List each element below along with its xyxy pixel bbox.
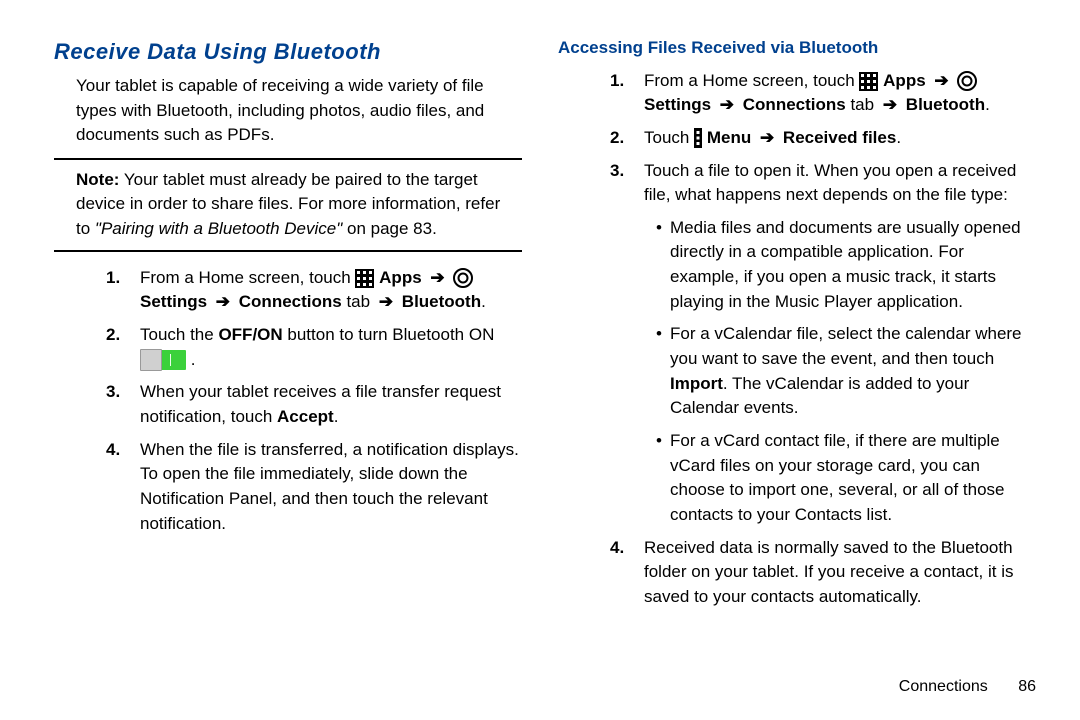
connections-label: Connections — [234, 292, 342, 311]
right-step-4: 4. Received data is normally saved to th… — [610, 536, 1026, 610]
right-column: Accessing Files Received via Bluetooth 1… — [540, 22, 1044, 710]
bluetooth-label: Bluetooth — [397, 292, 481, 311]
step-number: 3. — [610, 159, 624, 184]
note-label: Note: — [76, 170, 119, 189]
apps-grid-icon — [355, 269, 374, 288]
step-number: 3. — [106, 380, 120, 405]
step-number: 1. — [610, 69, 624, 94]
arrow-icon — [879, 95, 901, 114]
step-number: 4. — [106, 438, 120, 463]
step-text: Touch a file to open it. When you open a… — [644, 161, 1016, 205]
step-number: 1. — [106, 266, 120, 291]
arrow-icon — [716, 95, 738, 114]
bullet-text: For a vCalendar file, select the calenda… — [670, 324, 1022, 368]
settings-gear-icon — [453, 268, 473, 288]
apps-label: Apps — [883, 71, 930, 90]
step-text: button to turn Bluetooth ON — [283, 325, 495, 344]
left-step-1: 1. From a Home screen, touch Apps Settin… — [106, 266, 522, 315]
left-step-2: 2. Touch the OFF/ON button to turn Bluet… — [106, 323, 522, 372]
step-text: Received data is normally saved to the B… — [644, 538, 1013, 606]
sub-section-title: Accessing Files Received via Bluetooth — [558, 36, 1026, 61]
note-reference: "Pairing with a Bluetooth Device" — [95, 219, 342, 238]
section-title: Receive Data Using Bluetooth — [54, 36, 522, 68]
right-steps: 1. From a Home screen, touch Apps Settin… — [558, 69, 1026, 610]
step-text: Touch — [644, 128, 694, 147]
page: Receive Data Using Bluetooth Your tablet… — [0, 0, 1080, 720]
apps-grid-icon — [859, 72, 878, 91]
step-text: From a Home screen, touch — [644, 71, 859, 90]
accept-label: Accept — [277, 407, 334, 426]
arrow-icon — [212, 292, 234, 311]
settings-label: Settings — [140, 292, 212, 311]
right-step-3: 3. Touch a file to open it. When you ope… — [610, 159, 1026, 528]
left-steps: 1. From a Home screen, touch Apps Settin… — [54, 266, 522, 536]
import-label: Import — [670, 374, 723, 393]
step-number: 2. — [106, 323, 120, 348]
settings-gear-icon — [957, 71, 977, 91]
left-step-3: 3. When your tablet receives a file tran… — [106, 380, 522, 429]
arrow-icon — [756, 128, 778, 147]
connections-label: Connections — [738, 95, 846, 114]
step-text: From a Home screen, touch — [140, 268, 355, 287]
menu-dots-icon — [694, 128, 702, 148]
note-ref-suffix: on page 83. — [342, 219, 437, 238]
menu-label: Menu — [707, 128, 756, 147]
toggle-on-icon — [140, 350, 186, 370]
apps-label: Apps — [379, 268, 426, 287]
footer-page-number: 86 — [1018, 678, 1036, 695]
bullet-vcard: For a vCard contact file, if there are m… — [656, 429, 1026, 528]
right-step-1: 1. From a Home screen, touch Apps Settin… — [610, 69, 1026, 118]
bullet-media: Media files and documents are usually op… — [656, 216, 1026, 315]
step-number: 2. — [610, 126, 624, 151]
footer-section: Connections — [899, 678, 988, 695]
left-column: Receive Data Using Bluetooth Your tablet… — [36, 22, 540, 710]
note-box: Note: Your tablet must already be paired… — [54, 158, 522, 252]
step-number: 4. — [610, 536, 624, 561]
arrow-icon — [375, 292, 397, 311]
page-footer: Connections 86 — [899, 675, 1036, 698]
step-text: Touch the — [140, 325, 218, 344]
tab-word: tab — [342, 292, 375, 311]
left-step-4: 4. When the file is transferred, a notif… — [106, 438, 522, 537]
step-text: When the file is transferred, a notifica… — [140, 440, 519, 533]
bluetooth-label: Bluetooth — [901, 95, 985, 114]
bullet-vcalendar: For a vCalendar file, select the calenda… — [656, 322, 1026, 421]
arrow-icon — [426, 268, 448, 287]
arrow-icon — [930, 71, 952, 90]
settings-label: Settings — [644, 95, 716, 114]
intro-text: Your tablet is capable of receiving a wi… — [76, 74, 522, 148]
file-type-bullets: Media files and documents are usually op… — [644, 216, 1026, 528]
received-files-label: Received files — [778, 128, 896, 147]
off-on-label: OFF/ON — [218, 325, 282, 344]
right-step-2: 2. Touch Menu Received files. — [610, 126, 1026, 151]
tab-word: tab — [846, 95, 879, 114]
